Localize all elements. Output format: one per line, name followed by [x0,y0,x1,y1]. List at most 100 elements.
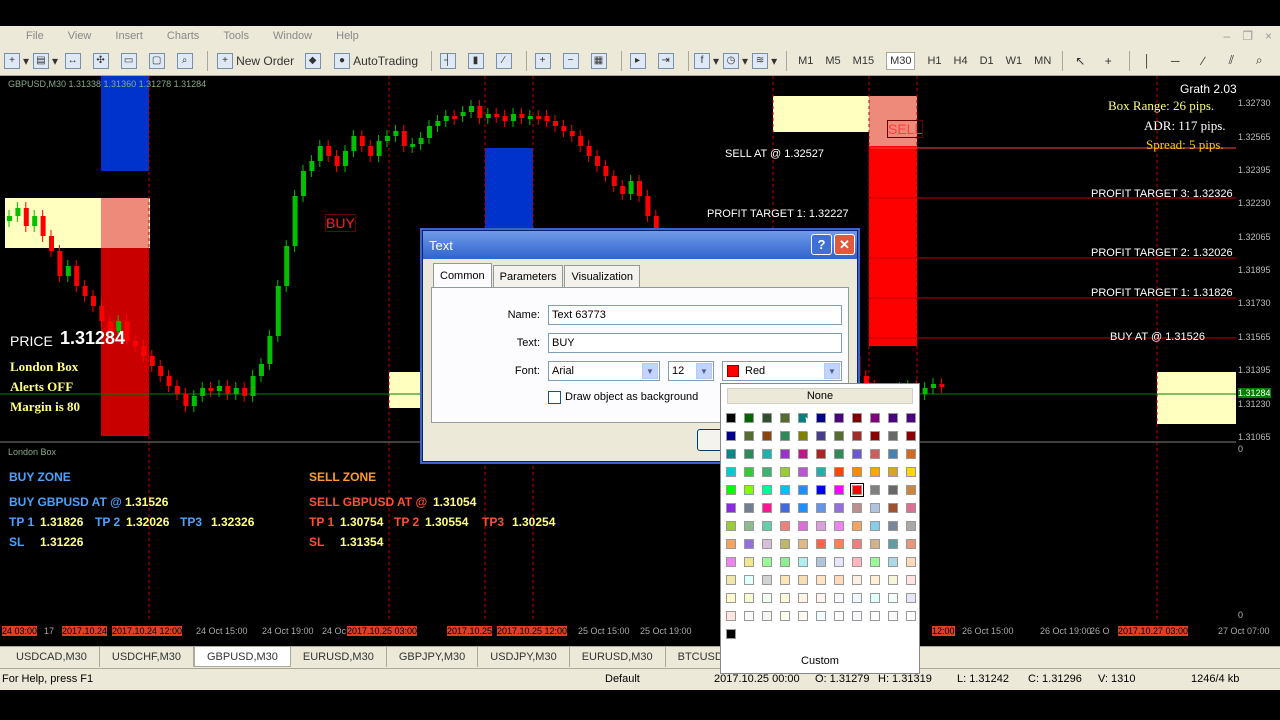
cursor-tool[interactable]: ↖ [1068,50,1092,72]
market-watch-button[interactable]: ↔ [62,50,86,72]
color-swatch[interactable] [780,485,790,495]
timeframe-d1[interactable]: D1 [980,55,994,67]
color-select[interactable]: Red ▼ [722,361,842,381]
color-swatch[interactable] [888,503,898,513]
zoom-out-button[interactable]: − [560,50,584,72]
color-swatch[interactable] [744,485,754,495]
bar-chart-button[interactable]: ┤ [437,50,461,72]
chart-tab[interactable]: GBPUSD,M30 [193,647,291,667]
dialog-title-bar[interactable]: Text [423,231,857,259]
menu-help[interactable]: Help [336,30,359,42]
chart-tab[interactable]: USDJPY,M30 [478,647,570,667]
color-swatch[interactable] [906,431,916,441]
color-swatch[interactable] [870,521,880,531]
color-swatch[interactable] [780,557,790,567]
text-field[interactable]: BUY [548,333,842,353]
color-swatch[interactable] [726,431,736,441]
color-swatch[interactable] [816,575,826,585]
color-swatch[interactable] [744,503,754,513]
color-swatch[interactable] [744,413,754,423]
color-swatch[interactable] [852,503,862,513]
timeframe-m15[interactable]: M15 [853,55,874,67]
menu-insert[interactable]: Insert [115,30,143,42]
color-swatch[interactable] [906,611,916,621]
timeframe-h1[interactable]: H1 [927,55,941,67]
color-swatch[interactable] [816,413,826,423]
vertical-line-tool[interactable]: │ [1135,50,1159,72]
color-swatch[interactable] [762,575,772,585]
color-swatch[interactable] [780,467,790,477]
color-swatch[interactable] [780,503,790,513]
color-swatch[interactable] [816,485,826,495]
color-swatch[interactable] [852,539,862,549]
chart-tab[interactable]: EURUSD,M30 [570,647,666,667]
color-swatch[interactable] [888,593,898,603]
color-swatch[interactable] [726,467,736,477]
color-swatch[interactable] [870,557,880,567]
color-swatch[interactable] [780,575,790,585]
help-button[interactable]: ? [811,234,832,255]
color-swatch[interactable] [888,413,898,423]
restore-icon[interactable]: ❐ [1242,29,1253,43]
color-swatch[interactable] [888,449,898,459]
color-swatch[interactable] [798,593,808,603]
color-swatch[interactable] [762,431,772,441]
color-swatch[interactable] [834,539,844,549]
color-swatch[interactable] [726,485,736,495]
color-swatch[interactable] [762,611,772,621]
color-swatch[interactable] [762,557,772,567]
timeframe-w1[interactable]: W1 [1006,55,1023,67]
color-swatch[interactable] [726,629,736,639]
color-swatch[interactable] [816,557,826,567]
timeframe-m30[interactable]: M30 [886,51,916,70]
color-swatch[interactable] [798,503,808,513]
trendline-tool[interactable]: ∕ [1191,50,1215,72]
meta-editor-button[interactable]: ◆ [302,50,326,72]
color-swatch[interactable] [834,485,844,495]
color-swatch[interactable] [816,521,826,531]
color-none-option[interactable]: None [727,388,913,404]
close-icon[interactable]: × [1265,29,1272,43]
color-custom-option[interactable]: Custom [727,654,913,670]
templates-button[interactable]: ≋ ▾ [752,50,777,72]
color-swatch[interactable] [834,557,844,567]
chart-tab[interactable]: USDCHF,M30 [100,647,194,667]
color-swatch[interactable] [816,467,826,477]
color-swatch[interactable] [834,467,844,477]
timeframe-h4[interactable]: H4 [954,55,968,67]
menu-view[interactable]: View [68,30,92,42]
autotrading-button[interactable]: ● AutoTrading [330,50,422,72]
color-swatch[interactable] [906,485,916,495]
color-swatch[interactable] [870,485,880,495]
color-swatch[interactable] [906,575,916,585]
color-swatch[interactable] [906,503,916,513]
color-swatch[interactable] [726,521,736,531]
color-swatch[interactable] [726,557,736,567]
color-swatch[interactable] [744,431,754,441]
color-swatch[interactable] [744,467,754,477]
color-swatch[interactable] [726,539,736,549]
color-swatch[interactable] [744,449,754,459]
indicators-button[interactable]: f ▾ [694,50,719,72]
color-swatch[interactable] [870,611,880,621]
color-swatch[interactable] [906,557,916,567]
periods-button[interactable]: ◷ ▾ [723,50,748,72]
color-swatch[interactable] [888,575,898,585]
color-swatch[interactable] [744,593,754,603]
new-order-button[interactable]: + New Order [213,50,298,72]
chart-tab[interactable]: GBPJPY,M30 [387,647,479,667]
color-swatch[interactable] [888,521,898,531]
color-swatch[interactable] [852,611,862,621]
color-swatch[interactable] [834,575,844,585]
color-swatch[interactable] [780,593,790,603]
fibo-tool[interactable]: ⫽ [1219,50,1243,72]
color-swatch[interactable] [834,431,844,441]
color-swatch[interactable] [834,611,844,621]
menu-charts[interactable]: Charts [167,30,199,42]
color-swatch[interactable] [816,593,826,603]
color-swatch[interactable] [852,521,862,531]
color-swatch[interactable] [744,521,754,531]
color-swatch[interactable] [744,539,754,549]
font-select[interactable]: Arial ▼ [548,361,660,381]
color-swatch[interactable] [888,557,898,567]
